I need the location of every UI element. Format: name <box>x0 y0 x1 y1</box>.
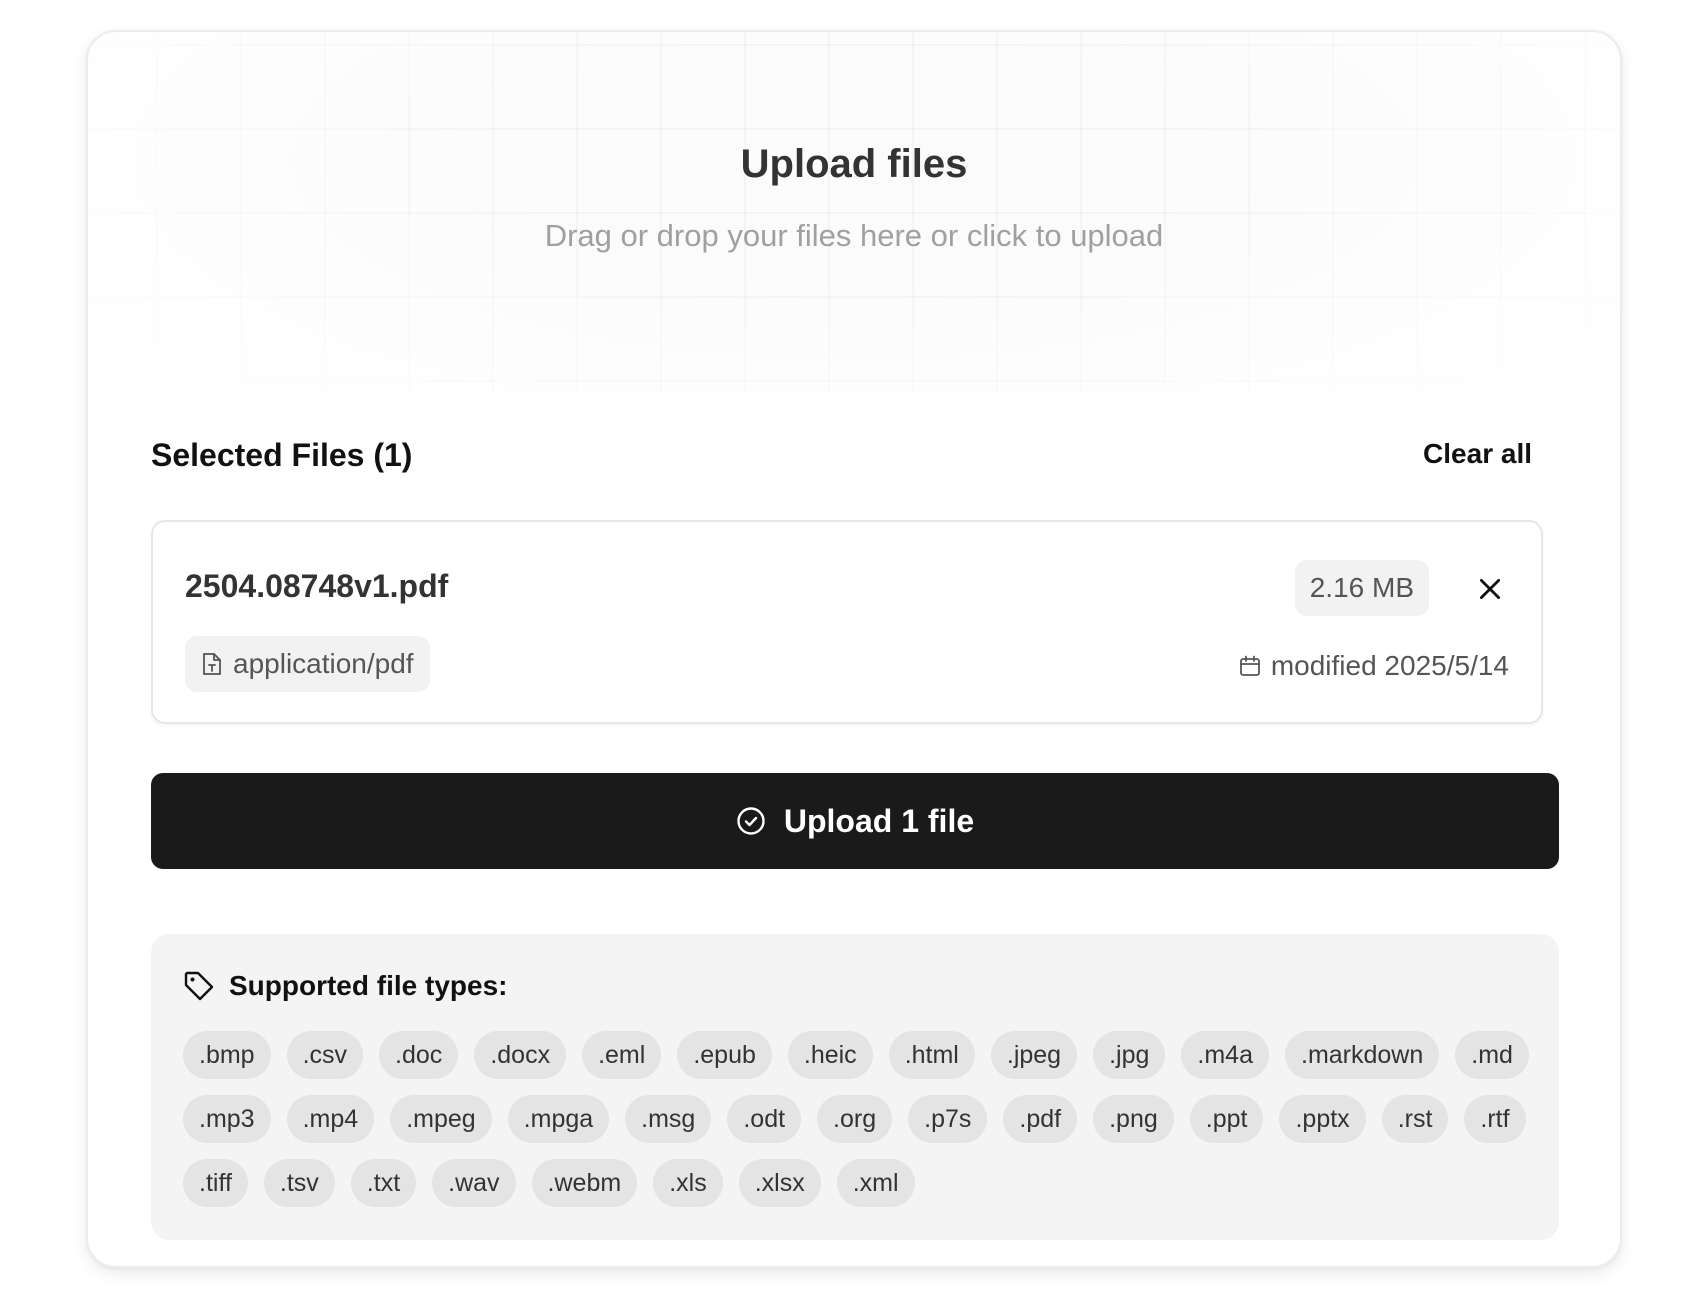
file-type-chip: .p7s <box>908 1095 988 1143</box>
file-type-chip: .m4a <box>1181 1031 1269 1079</box>
file-modified-text: modified 2025/5/14 <box>1270 650 1509 681</box>
close-icon <box>1479 578 1501 600</box>
file-mime-badge: application/pdf <box>185 636 430 692</box>
file-type-chip: .heic <box>787 1031 873 1079</box>
upload-button-label: Upload 1 file <box>783 802 975 839</box>
file-type-chip: .rst <box>1381 1095 1449 1143</box>
file-type-chip: .jpg <box>1093 1031 1166 1079</box>
dropzone[interactable]: Upload files Drag or drop your files her… <box>88 32 1620 392</box>
file-type-chip: .pdf <box>1003 1095 1078 1143</box>
file-type-chip: .rtf <box>1464 1095 1526 1143</box>
file-type-chip: .html <box>888 1031 975 1079</box>
file-type-chip: .mp3 <box>183 1095 271 1143</box>
file-type-chip: .ppt <box>1189 1095 1264 1143</box>
file-item: 2504.08748v1.pdf 2.16 MB application/pdf <box>151 520 1543 724</box>
file-type-chip: .mpeg <box>390 1095 492 1143</box>
file-type-chip: .mpga <box>507 1095 610 1143</box>
file-size-badge: 2.16 MB <box>1294 560 1429 616</box>
file-name: 2504.08748v1.pdf <box>185 568 449 604</box>
file-type-chip: .doc <box>379 1031 459 1079</box>
file-type-chip: .xls <box>653 1159 723 1207</box>
file-type-chip: .md <box>1455 1031 1529 1079</box>
file-type-chip: .csv <box>286 1031 364 1079</box>
file-type-chip: .markdown <box>1285 1031 1440 1079</box>
upload-button[interactable]: Upload 1 file <box>151 773 1559 869</box>
clear-all-button[interactable]: Clear all <box>1423 438 1532 470</box>
file-type-chip: .pptx <box>1279 1095 1366 1143</box>
tag-icon <box>184 971 214 1001</box>
file-type-chip: .odt <box>727 1095 802 1143</box>
upload-card: Upload files Drag or drop your files her… <box>86 30 1622 1268</box>
remove-file-button[interactable] <box>1465 564 1515 614</box>
dropzone-grid-background <box>88 32 1620 392</box>
file-type-chip: .mp4 <box>286 1095 375 1143</box>
supported-types-panel: Supported file types: .bmp .csv .doc .docx.… <box>151 934 1559 1240</box>
dropzone-subtitle: Drag or drop your files here or click to… <box>544 218 1164 253</box>
file-type-chip: .png <box>1093 1095 1174 1143</box>
file-mime-text: application/pdf <box>233 648 414 679</box>
supported-types-title: Supported file types: <box>229 970 508 1001</box>
file-type-chip: .xml <box>836 1159 915 1207</box>
calendar-icon <box>1239 655 1260 676</box>
file-type-chip: .docx <box>474 1031 567 1079</box>
supported-types-header: Supported file types: <box>183 970 507 1002</box>
dropzone-title: Upload files <box>740 142 968 186</box>
file-type-chip: .msg <box>625 1095 712 1143</box>
file-type-chip: .jpeg <box>990 1031 1078 1079</box>
supported-types-list: .bmp .csv .doc .docx .eml .epub .heic .html .jpe… <box>183 1031 1543 1207</box>
file-type-chip: .wav <box>432 1159 516 1207</box>
file-modified: modified 2025/5/14 <box>1239 650 1509 682</box>
file-type-icon <box>203 653 221 675</box>
selected-files-header: Selected Files (1) <box>151 437 413 473</box>
file-type-chip: .eml <box>582 1031 662 1079</box>
file-type-chip: .org <box>817 1095 893 1143</box>
file-type-chip: .webm <box>531 1159 638 1207</box>
file-type-chip: .tsv <box>263 1159 335 1207</box>
file-type-chip: .txt <box>350 1159 417 1207</box>
file-type-chip: .bmp <box>183 1031 271 1079</box>
file-type-chip: .epub <box>677 1031 772 1079</box>
check-circle-icon <box>737 807 765 835</box>
file-type-chip: .tiff <box>183 1159 248 1207</box>
file-type-chip: .xlsx <box>738 1159 821 1207</box>
